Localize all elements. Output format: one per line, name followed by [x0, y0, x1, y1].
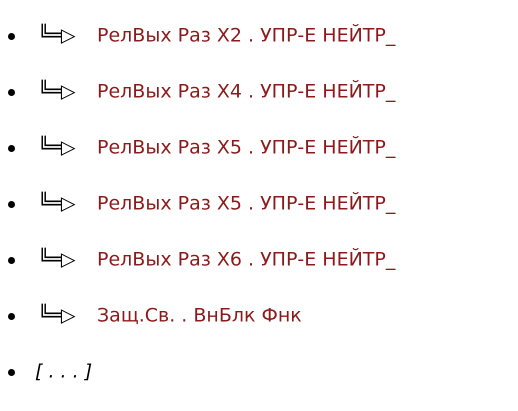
- tree-item-link[interactable]: РелВых Раз Х4 . УПР-Е НЕЙТР_: [97, 82, 395, 102]
- list-item: ╚═▷ РелВых Раз Х5 . УПР-Е НЕЙТР_: [0, 120, 518, 176]
- list-item: ╚═▷ РелВых Раз Х2 . УПР-Е НЕЙТР_: [0, 8, 518, 64]
- branch-arrow-icon: ╚═▷: [38, 136, 76, 159]
- tree-item-link[interactable]: РелВых Раз Х5 . УПР-Е НЕЙТР_: [97, 138, 395, 158]
- branch-arrow-icon: ╚═▷: [38, 80, 76, 103]
- list-item: ╚═▷ РелВых Раз Х6 . УПР-Е НЕЙТР_: [0, 232, 518, 288]
- bullet-icon: [8, 89, 15, 96]
- tree-item-link[interactable]: РелВых Раз Х5 . УПР-Е НЕЙТР_: [97, 194, 395, 214]
- tree-item-link[interactable]: РелВых Раз Х2 . УПР-Е НЕЙТР_: [97, 26, 395, 46]
- bullet-icon: [8, 313, 15, 320]
- list-item: ╚═▷ Защ.Св. . ВнБлк Фнк: [0, 288, 518, 344]
- branch-arrow-icon: ╚═▷: [38, 304, 76, 327]
- bullet-icon: [8, 369, 15, 376]
- bullet-icon: [8, 201, 15, 208]
- bullet-icon: [8, 33, 15, 40]
- bullet-icon: [8, 145, 15, 152]
- tree-item-link[interactable]: Защ.Св. . ВнБлк Фнк: [97, 306, 302, 326]
- list-item: ╚═▷ РелВых Раз Х5 . УПР-Е НЕЙТР_: [0, 176, 518, 232]
- list-item-more: [ . . . ]: [0, 344, 518, 400]
- tree-item-link[interactable]: РелВых Раз Х6 . УПР-Е НЕЙТР_: [97, 250, 395, 270]
- branch-arrow-icon: ╚═▷: [38, 248, 76, 271]
- tree-list: ╚═▷ РелВых Раз Х2 . УПР-Е НЕЙТР_ ╚═▷ Рел…: [0, 8, 518, 400]
- bullet-icon: [8, 257, 15, 264]
- list-item: ╚═▷ РелВых Раз Х4 . УПР-Е НЕЙТР_: [0, 64, 518, 120]
- more-items-label: [ . . . ]: [35, 360, 93, 383]
- branch-arrow-icon: ╚═▷: [38, 24, 76, 47]
- branch-arrow-icon: ╚═▷: [38, 192, 76, 215]
